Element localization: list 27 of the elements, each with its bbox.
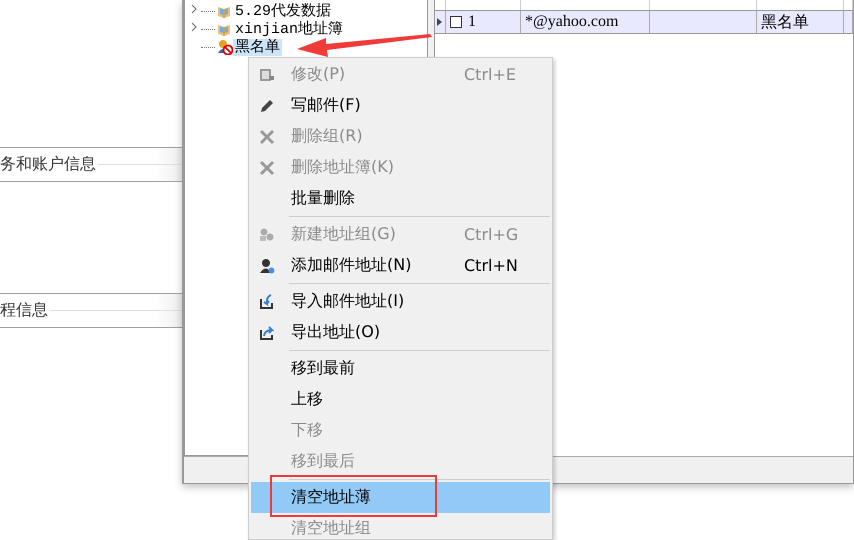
pencil-icon <box>259 98 275 114</box>
add-user-icon <box>259 258 275 274</box>
group-title: 务和账户信息 <box>0 154 97 175</box>
import-icon <box>259 294 275 310</box>
menu-item[interactable]: 导出地址(O) <box>251 317 550 348</box>
menu-item[interactable]: 上移 <box>251 384 550 415</box>
menu-item[interactable]: 批量删除 <box>251 183 550 214</box>
group-title: 程信息 <box>0 301 49 321</box>
group-icon <box>259 226 275 242</box>
table-cell-text: 黑名单 <box>761 12 809 32</box>
export-icon <box>259 324 275 340</box>
row-number: 1 <box>468 13 476 31</box>
menu-item[interactable]: 清空地址薄 <box>251 482 550 513</box>
edit-icon <box>259 66 275 82</box>
row-pointer-icon <box>437 18 442 26</box>
menu-item[interactable]: 移到最前 <box>251 353 550 384</box>
close-icon <box>259 160 275 176</box>
menu-item[interactable]: 导入邮件地址(I) <box>251 286 550 317</box>
menu-item[interactable]: 添加邮件地址(N) Ctrl+N <box>251 250 550 281</box>
menu-item[interactable]: 写邮件(F) <box>251 90 550 121</box>
tree-item[interactable]: 5.29代发数据 <box>233 2 334 20</box>
tree-item[interactable]: xinjian地址簿 <box>233 20 346 38</box>
table-cell: *@yahoo.com <box>525 13 618 31</box>
close-icon <box>259 128 275 144</box>
blocked-contact-icon <box>217 39 233 55</box>
checkbox[interactable] <box>450 16 462 28</box>
tree-item[interactable]: 黑名单 <box>233 38 282 56</box>
